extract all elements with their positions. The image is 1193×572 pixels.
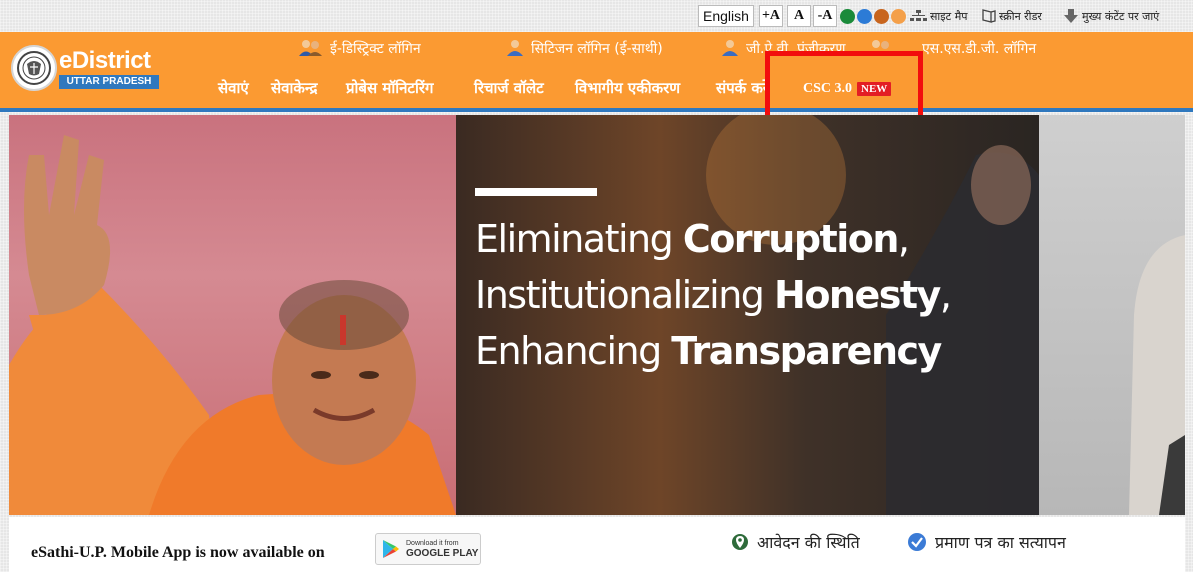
nav-service-centers[interactable]: सेवाकेन्द्र xyxy=(271,78,318,98)
sitemap-link[interactable]: साइट मैप xyxy=(910,7,968,25)
logo-title: eDistrict xyxy=(59,46,151,74)
font-increase-button[interactable]: +A xyxy=(759,5,783,27)
ssdg-login-label: एस.एस.डी.जी. लॉगिन xyxy=(922,40,1037,57)
citizen-login-link[interactable]: सिटिजन लॉगिन (ई-साथी) xyxy=(505,38,663,58)
gav-registration-link[interactable]: जी.ऐ.वी. पंजीकरण xyxy=(720,38,846,58)
csc-label: CSC 3.0 xyxy=(803,81,853,96)
application-status-link[interactable]: आवेदन की स्थिति xyxy=(731,532,860,552)
accessibility-bar: English +A A -A साइट मैप स्क्रीन रीडर मु… xyxy=(0,0,1193,32)
sitemap-icon xyxy=(910,10,927,21)
font-normal-button[interactable]: A xyxy=(787,5,811,27)
arrow-down-icon xyxy=(1064,9,1078,23)
theme-green-button[interactable] xyxy=(840,9,855,24)
header-divider xyxy=(0,108,1193,112)
application-status-label: आवेदन की स्थिति xyxy=(757,533,860,552)
user-icon xyxy=(722,40,738,56)
skip-to-content-link[interactable]: मुख्य कंटेंट पर जाएं xyxy=(1063,7,1159,25)
sitemap-label: साइट मैप xyxy=(930,9,968,23)
nav-probes-monitoring[interactable]: प्रोबेस मॉनिटरिंग xyxy=(346,78,433,98)
certificate-verification-label: प्रमाण पत्र का सत्यापन xyxy=(935,533,1066,552)
users-icon xyxy=(299,40,322,56)
slogan-line-1: Eliminating Corruption, xyxy=(475,217,910,261)
citizen-login-label: सिटिजन लॉगिन (ई-साथी) xyxy=(531,40,663,57)
language-button[interactable]: English xyxy=(698,5,754,27)
slogan-accent-bar xyxy=(475,188,597,196)
logo-subtitle: UTTAR PRADESH xyxy=(59,74,159,89)
ssdg-login-link[interactable]: एस.एस.डी.जी. लॉगिन xyxy=(868,38,1036,58)
banner-photo-right xyxy=(1039,115,1185,515)
users-icon xyxy=(869,40,892,56)
slogan-line-2: Institutionalizing Honesty, xyxy=(475,273,952,317)
google-play-button[interactable]: Download it from GOOGLE PLAY xyxy=(375,533,481,565)
certificate-verification-link[interactable]: प्रमाण पत्र का सत्यापन xyxy=(907,532,1066,552)
font-decrease-button[interactable]: -A xyxy=(813,5,837,27)
edistrict-login-label: ई-डिस्ट्रिक्ट लॉगिन xyxy=(330,40,421,57)
new-badge: NEW xyxy=(857,82,892,96)
screen-reader-icon xyxy=(982,9,996,23)
banner-photo-left xyxy=(9,115,456,515)
screen-reader-label: स्क्रीन रीडर xyxy=(999,9,1042,23)
nav-contact[interactable]: संपर्क करें xyxy=(716,78,769,98)
nav-recharge-wallet[interactable]: रिचार्ज वॉलेट xyxy=(474,78,544,98)
theme-orange-button[interactable] xyxy=(891,9,906,24)
location-pin-icon xyxy=(732,534,748,550)
mobile-app-text: eSathi-U.P. Mobile App is now available … xyxy=(31,544,325,561)
up-emblem-icon xyxy=(11,45,57,91)
play-small-text: Download it from xyxy=(406,540,459,547)
nav-department-integration[interactable]: विभागीय एकीकरण xyxy=(575,78,680,98)
google-play-icon xyxy=(383,540,399,558)
site-logo[interactable]: eDistrict UTTAR PRADESH xyxy=(11,45,159,91)
nav-services[interactable]: सेवाएं xyxy=(218,78,249,98)
play-big-text: GOOGLE PLAY xyxy=(406,548,479,559)
theme-brown-button[interactable] xyxy=(874,9,889,24)
theme-blue-button[interactable] xyxy=(857,9,872,24)
edistrict-login-link[interactable]: ई-डिस्ट्रिक्ट लॉगिन xyxy=(298,38,421,58)
check-badge-icon xyxy=(908,533,926,551)
citizen-icon xyxy=(507,40,523,56)
screen-reader-link[interactable]: स्क्रीन रीडर xyxy=(982,7,1042,25)
gav-registration-label: जी.ऐ.वी. पंजीकरण xyxy=(746,40,846,57)
slogan-line-3: Enhancing Transparency xyxy=(475,329,942,373)
nav-csc[interactable]: CSC 3.0 NEW xyxy=(803,80,892,98)
skip-to-content-label: मुख्य कंटेंट पर जाएं xyxy=(1082,9,1160,23)
